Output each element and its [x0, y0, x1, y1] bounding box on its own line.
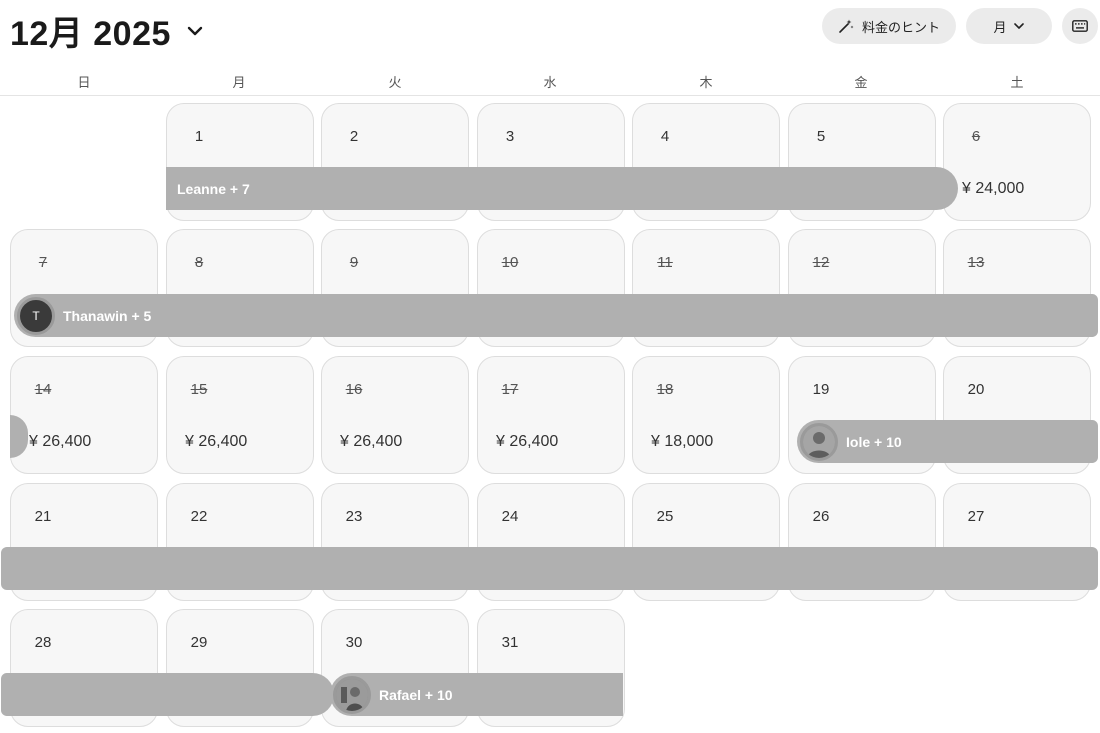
day-number: 19	[812, 381, 830, 398]
weekday-fri: 金	[854, 75, 868, 90]
keyboard-icon	[1072, 20, 1088, 32]
weekday-sun: 日	[77, 75, 91, 90]
day-number: 29	[190, 634, 208, 651]
day-price: ¥ 26,400	[496, 433, 559, 450]
avatar-initial: T	[32, 308, 40, 323]
day-number: 9	[349, 254, 359, 271]
day-number: 7	[38, 254, 48, 271]
view-mode-dropdown[interactable]: 月	[966, 8, 1052, 44]
pricing-hint-button[interactable]: 料金のヒント	[822, 8, 956, 44]
guest-photo-icon	[336, 678, 368, 711]
day-number: 31	[501, 634, 519, 651]
day-number: 13	[967, 254, 985, 271]
weekday-mon: 月	[232, 75, 246, 90]
day-number: 20	[967, 381, 985, 398]
reservation-bar[interactable]	[1, 673, 334, 716]
day-number: 6	[971, 128, 981, 145]
weekday-thu: 木	[699, 75, 713, 90]
reservation-bar[interactable]	[1, 547, 1098, 590]
day-number: 14	[34, 381, 52, 398]
calendar-day-cell[interactable]: 17 ¥ 26,400	[477, 356, 625, 474]
view-mode-label: 月	[993, 19, 1007, 35]
calendar-day-cell[interactable]: 18 ¥ 18,000	[632, 356, 780, 474]
weekday-sat: 土	[1010, 75, 1024, 90]
day-number: 8	[194, 254, 204, 271]
day-number: 27	[967, 508, 985, 525]
calendar-header: 12月 2025 料金のヒント 月	[0, 0, 1100, 56]
chevron-down-icon	[1013, 23, 1024, 29]
pricing-hint-label: 料金のヒント	[861, 19, 940, 35]
day-number: 23	[345, 508, 363, 525]
day-number: 5	[816, 128, 826, 145]
reservation-label: Leanne + 7	[177, 180, 250, 197]
day-number: 2	[349, 128, 359, 145]
day-number: 15	[190, 381, 208, 398]
day-number: 26	[812, 508, 830, 525]
day-number: 25	[656, 508, 674, 525]
reservation-label: Iole + 10	[846, 433, 902, 450]
weekday-tue: 火	[388, 75, 402, 90]
day-number: 16	[345, 381, 363, 398]
calendar-day-cell[interactable]: 6 ¥ 24,000	[943, 103, 1091, 221]
day-number: 10	[501, 254, 519, 271]
reservation-label: Rafael + 10	[379, 686, 453, 703]
day-number: 1	[194, 128, 204, 145]
reservation-bar[interactable]: Leanne + 7	[166, 167, 958, 210]
keyboard-shortcuts-button[interactable]	[1062, 8, 1098, 44]
day-price: ¥ 24,000	[962, 180, 1025, 197]
day-price: ¥ 26,400	[340, 433, 403, 450]
weekday-wed: 水	[543, 75, 557, 90]
month-selector[interactable]: 12月 2025	[10, 6, 205, 55]
calendar-day-cell[interactable]: 16 ¥ 26,400	[321, 356, 469, 474]
day-number: 12	[812, 254, 830, 271]
day-number: 30	[345, 634, 363, 651]
guest-avatar: T	[17, 296, 55, 335]
day-number: 4	[660, 128, 670, 145]
day-price: ¥ 18,000	[651, 433, 714, 450]
guest-avatar	[800, 422, 838, 461]
day-number: 3	[505, 128, 515, 145]
month-title: 12月 2025	[10, 15, 171, 53]
day-number: 24	[501, 508, 519, 525]
reservation-bar[interactable]: Iole + 10	[797, 420, 1098, 463]
day-number: 22	[190, 508, 208, 525]
reservation-bar[interactable]: T Thanawin + 5	[14, 294, 1098, 337]
reservation-label: Thanawin + 5	[63, 307, 152, 324]
magic-wand-icon	[839, 19, 854, 33]
day-number: 18	[656, 381, 674, 398]
guest-avatar	[333, 675, 371, 714]
calendar-day-cell[interactable]: 14 ¥ 26,400	[10, 356, 158, 474]
day-price: ¥ 26,400	[29, 433, 92, 450]
guest-photo-icon	[803, 425, 835, 458]
day-number: 17	[501, 381, 519, 398]
day-number: 28	[34, 634, 52, 651]
day-number: 21	[34, 508, 52, 525]
calendar-day-cell[interactable]: 15 ¥ 26,400	[166, 356, 314, 474]
reservation-bar[interactable]: Rafael + 10	[330, 673, 623, 716]
day-price: ¥ 26,400	[185, 433, 248, 450]
weekday-header-row: 日 月 火 水 木 金 土	[0, 70, 1100, 96]
chevron-down-icon	[187, 26, 203, 35]
day-number: 11	[657, 254, 673, 271]
